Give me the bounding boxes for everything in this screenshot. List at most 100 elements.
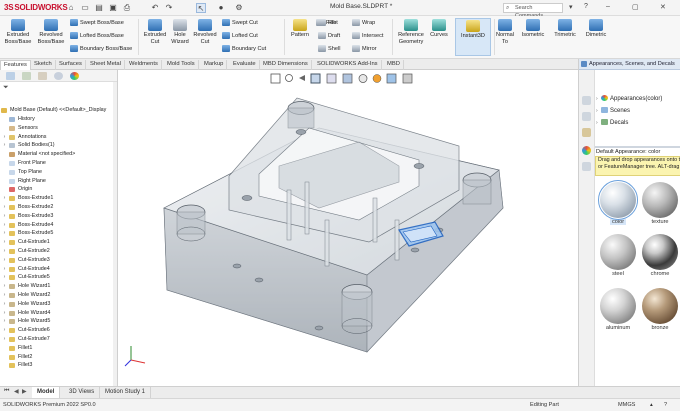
- first-tab-arrow-icon[interactable]: ⏮: [4, 388, 9, 395]
- tab-weldments[interactable]: Weldments: [126, 60, 162, 70]
- filter-icon[interactable]: ⏷: [3, 84, 9, 92]
- appearances-scenes-decals-icon[interactable]: [582, 146, 591, 155]
- undo-icon[interactable]: ↶: [150, 3, 160, 13]
- expand-icon[interactable]: ›: [2, 133, 7, 142]
- tree-item[interactable]: › Boss-Extrude2: [0, 203, 118, 212]
- minimize-icon[interactable]: –: [606, 3, 610, 10]
- tree-item[interactable]: Fillet1: [0, 344, 118, 353]
- search-commands-input[interactable]: ⌕Search Commands: [503, 3, 563, 19]
- save-icon[interactable]: ▣: [108, 3, 118, 13]
- boundary-cut-button[interactable]: Boundary Cut: [222, 45, 266, 53]
- redo-icon[interactable]: ↷: [164, 3, 174, 13]
- tree-item[interactable]: › Solid Bodies(1): [0, 141, 118, 150]
- tab-model[interactable]: Model: [32, 387, 61, 398]
- tab-markup[interactable]: Markup: [201, 60, 228, 70]
- tree-item[interactable]: › Boss-Extrude5: [0, 229, 118, 238]
- tree-item[interactable]: Fillet3: [0, 361, 118, 370]
- status-units[interactable]: MMGS: [618, 399, 635, 411]
- appearance-swatch-aluminum[interactable]: aluminum: [598, 288, 638, 331]
- appearance-swatch-texture[interactable]: texture: [640, 182, 680, 225]
- lofted-boss-button[interactable]: Lofted Boss/Base: [70, 32, 124, 40]
- expand-icon[interactable]: ›: [2, 265, 7, 274]
- next-tab-arrow-icon[interactable]: ▶: [22, 388, 27, 395]
- reference-geometry-button[interactable]: Reference Geometry: [395, 19, 427, 46]
- tree-item[interactable]: Right Plane: [0, 177, 118, 186]
- tab-evaluate[interactable]: Evaluate: [230, 60, 260, 70]
- tab-mbd[interactable]: MBD: [384, 60, 404, 70]
- expand-icon[interactable]: ›: [2, 326, 7, 335]
- tree-item[interactable]: › Annotations: [0, 133, 118, 142]
- close-icon[interactable]: ✕: [660, 3, 666, 11]
- tree-item[interactable]: › Cut-Extrude4: [0, 265, 118, 274]
- curves-button[interactable]: Curves: [428, 19, 450, 39]
- rib-button[interactable]: Rib: [318, 19, 336, 27]
- help-status-icon[interactable]: ?: [664, 399, 667, 411]
- tab-mold-tools[interactable]: Mold Tools: [164, 60, 199, 70]
- hole-wizard-button[interactable]: Hole Wizard: [168, 19, 192, 46]
- revolved-cut-button[interactable]: Revolved Cut: [192, 19, 218, 46]
- units-dropdown-icon[interactable]: ▴: [650, 399, 653, 411]
- tab-sheet-metal[interactable]: Sheet Metal: [87, 60, 125, 70]
- expand-icon[interactable]: ›: [2, 291, 7, 300]
- maximize-icon[interactable]: ▢: [632, 3, 639, 11]
- new-document-icon[interactable]: ▭: [80, 3, 90, 13]
- expand-icon[interactable]: ›: [2, 203, 7, 212]
- tree-item[interactable]: › Cut-Extrude6: [0, 326, 118, 335]
- swept-cut-button[interactable]: Swept Cut: [222, 19, 258, 27]
- appearance-swatch-steel[interactable]: steel: [598, 234, 638, 277]
- mirror-button[interactable]: Mirror: [352, 45, 377, 53]
- tree-item[interactable]: › Cut-Extrude5: [0, 273, 118, 282]
- expand-icon[interactable]: ›: [2, 335, 7, 344]
- tree-root-part[interactable]: Mold Base (Default) <<Default>_Display: [1, 106, 116, 115]
- property-manager-icon[interactable]: [22, 72, 31, 80]
- featuremanager-tree-icon[interactable]: [6, 72, 15, 80]
- tree-item[interactable]: › Hole Wizard3: [0, 300, 118, 309]
- tree-item[interactable]: › Boss-Extrude4: [0, 221, 118, 230]
- tree-item[interactable]: › Hole Wizard5: [0, 317, 118, 326]
- tree-item[interactable]: Material <not specified>: [0, 150, 118, 159]
- intersect-button[interactable]: Intersect: [352, 32, 383, 40]
- tab-mbd-dimensions[interactable]: MBD Dimensions: [260, 60, 312, 70]
- help-icon[interactable]: ?: [584, 3, 588, 10]
- expand-icon[interactable]: ›: [2, 212, 7, 221]
- solidworks-logo[interactable]: 3SSOLIDWORKS: [4, 3, 68, 12]
- tree-item-appearances[interactable]: › Appearances(color): [596, 93, 662, 105]
- boundary-boss-button[interactable]: Boundary Boss/Base: [70, 45, 132, 53]
- swept-boss-button[interactable]: Swept Boss/Base: [70, 19, 124, 27]
- task-pane-splitter[interactable]: [595, 146, 680, 148]
- tree-item[interactable]: Front Plane: [0, 159, 118, 168]
- design-library-icon[interactable]: [582, 112, 591, 121]
- wrap-button[interactable]: Wrap: [352, 19, 375, 27]
- tree-item[interactable]: Fillet2: [0, 353, 118, 362]
- appearance-swatch-bronze[interactable]: bronze: [640, 288, 680, 331]
- select-arrow-icon[interactable]: ↖: [196, 3, 206, 13]
- isometric-button[interactable]: Isometric: [518, 19, 548, 39]
- expand-icon[interactable]: ›: [2, 300, 7, 309]
- tree-item[interactable]: › Cut-Extrude1: [0, 238, 118, 247]
- expand-icon[interactable]: ›: [2, 282, 7, 291]
- expand-icon[interactable]: ›: [2, 194, 7, 203]
- expand-icon[interactable]: ›: [2, 229, 7, 238]
- tab-motion-study-1[interactable]: Motion Study 1: [100, 387, 152, 398]
- solidworks-resources-icon[interactable]: [582, 96, 591, 105]
- pattern-button[interactable]: Pattern: [288, 19, 312, 39]
- display-manager-icon[interactable]: [70, 72, 79, 80]
- expand-icon[interactable]: ›: [2, 238, 7, 247]
- expand-icon[interactable]: ›: [2, 256, 7, 265]
- extruded-boss-button[interactable]: Extruded Boss/Base: [3, 19, 33, 46]
- tab-features[interactable]: Features: [0, 60, 31, 70]
- expand-icon[interactable]: ›: [2, 247, 7, 256]
- print-icon[interactable]: ⎙: [122, 3, 132, 13]
- tree-item[interactable]: › Cut-Extrude2: [0, 247, 118, 256]
- instant3d-button[interactable]: Instant3D: [455, 18, 491, 56]
- prev-tab-arrow-icon[interactable]: ◀: [14, 388, 19, 395]
- trimetric-button[interactable]: Trimetric: [550, 19, 580, 39]
- tab-solidworks-addins[interactable]: SOLIDWORKS Add-Ins: [314, 60, 382, 70]
- options-gear-icon[interactable]: ⚙: [234, 3, 244, 13]
- tree-item[interactable]: › Hole Wizard4: [0, 309, 118, 318]
- tree-item[interactable]: History: [0, 115, 118, 124]
- dimxpert-manager-icon[interactable]: [54, 72, 63, 80]
- featuremanager-scrollbar[interactable]: [113, 82, 117, 386]
- revolved-boss-button[interactable]: Revolved Boss/Base: [36, 19, 66, 46]
- tree-item[interactable]: Top Plane: [0, 168, 118, 177]
